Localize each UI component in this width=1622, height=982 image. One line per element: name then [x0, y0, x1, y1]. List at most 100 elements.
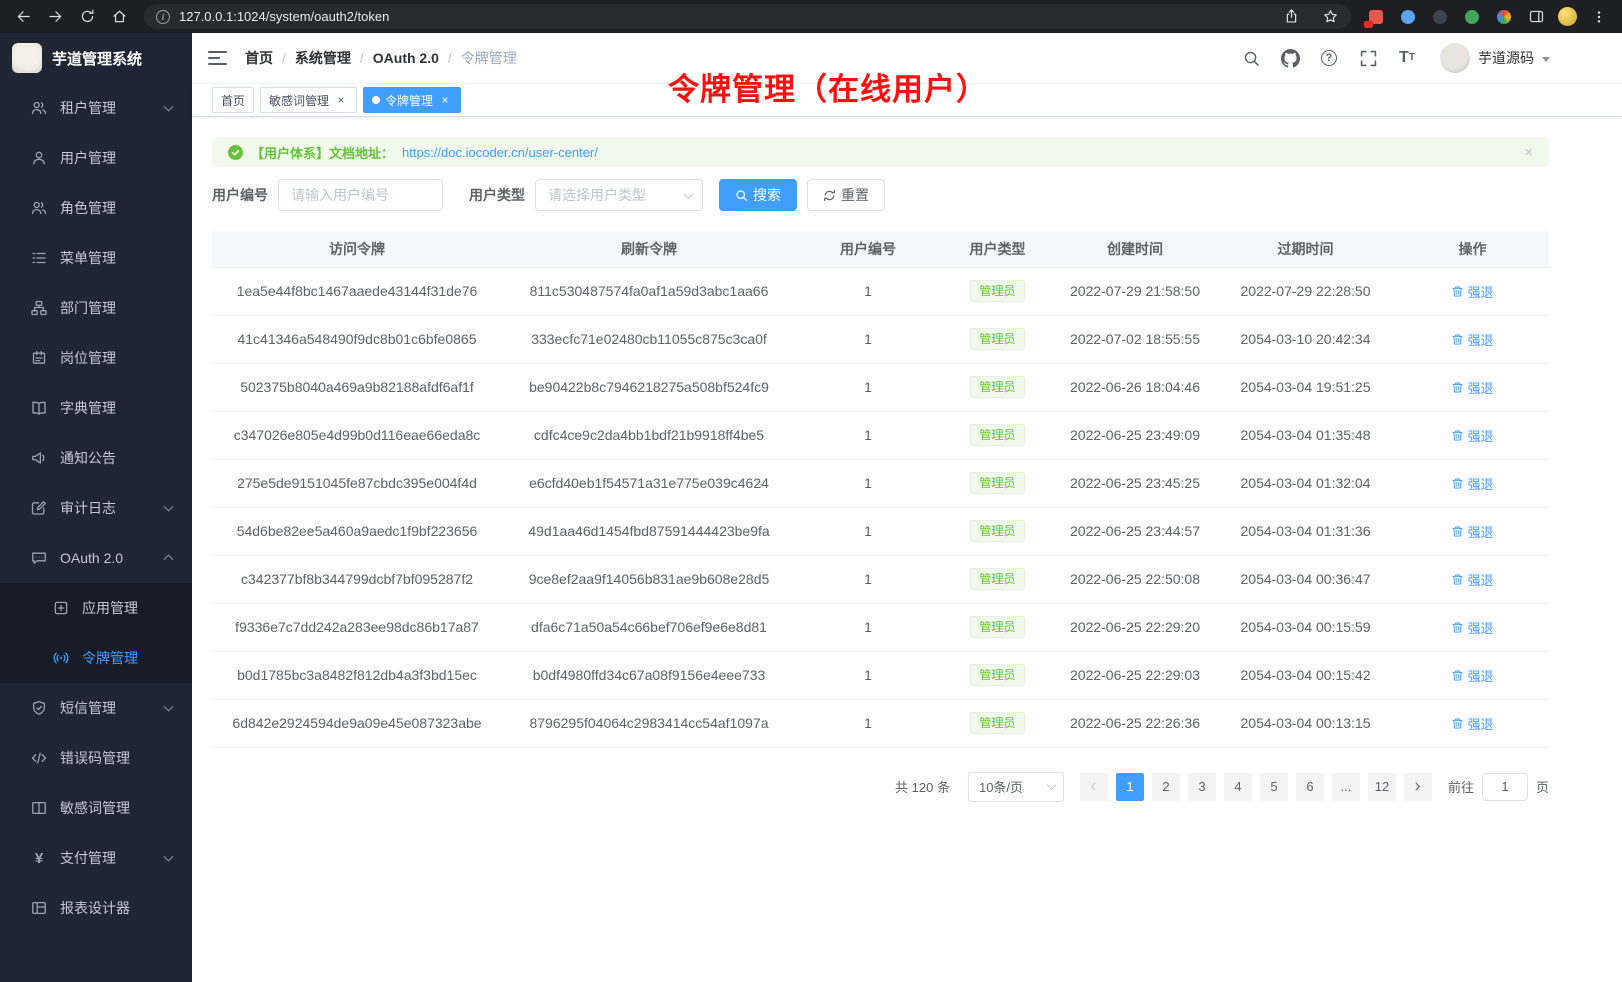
- breadcrumb-item-oauth2[interactable]: OAuth 2.0: [373, 50, 439, 66]
- sidebar-item-post[interactable]: 岗位管理: [0, 333, 192, 383]
- font-size-button[interactable]: TT: [1397, 48, 1417, 68]
- create-time-cell: 2022-07-29 21:58:50: [1055, 267, 1215, 315]
- user-type-select[interactable]: 请选择用户类型: [535, 179, 703, 211]
- expire-time-cell: 2054-03-04 01:35:48: [1215, 411, 1396, 459]
- page-button-4[interactable]: 4: [1224, 773, 1252, 801]
- help-button[interactable]: ?: [1319, 48, 1339, 68]
- question-icon: ?: [1321, 50, 1337, 66]
- sidebar-item-oauth2-token[interactable]: 令牌管理: [0, 633, 192, 683]
- force-logout-button[interactable]: 强退: [1451, 426, 1493, 445]
- page-button-5[interactable]: 5: [1260, 773, 1288, 801]
- browser-menu-button[interactable]: [1584, 4, 1614, 30]
- sidebar-item-error-code[interactable]: 错误码管理: [0, 733, 192, 783]
- create-time-cell: 2022-06-25 22:26:36: [1055, 699, 1215, 747]
- tab-token[interactable]: 令牌管理×: [363, 87, 461, 113]
- info-icon[interactable]: i: [156, 10, 170, 24]
- user-type-cell: 管理员: [940, 699, 1055, 747]
- address-bar[interactable]: i 127.0.0.1:1024/system/oauth2/token: [144, 4, 1351, 29]
- force-logout-button[interactable]: 强退: [1451, 570, 1493, 589]
- refresh-icon: [823, 189, 836, 202]
- fullscreen-button[interactable]: [1358, 48, 1378, 68]
- sidebar-item-user[interactable]: 用户管理: [0, 133, 192, 183]
- close-icon[interactable]: ×: [438, 93, 452, 107]
- app-logo[interactable]: 芋道管理系统: [0, 33, 192, 83]
- sidebar-collapse-button[interactable]: [208, 51, 227, 65]
- breadcrumb-item-system[interactable]: 系统管理: [295, 48, 351, 68]
- force-logout-button[interactable]: 强退: [1451, 714, 1493, 733]
- sidebar-item-menu[interactable]: 菜单管理: [0, 233, 192, 283]
- side-panel-toggle[interactable]: [1521, 4, 1551, 30]
- forward-button[interactable]: [40, 4, 70, 30]
- force-logout-button[interactable]: 强退: [1451, 474, 1493, 493]
- tab-sensitive-word[interactable]: 敏感词管理×: [260, 87, 357, 113]
- reload-icon: [80, 9, 95, 24]
- user-id-cell: 1: [796, 507, 940, 555]
- back-button[interactable]: [8, 4, 38, 30]
- sidebar-item-oauth2-app[interactable]: 应用管理: [0, 583, 192, 633]
- github-button[interactable]: [1280, 48, 1300, 68]
- bookmark-button[interactable]: [1315, 4, 1345, 30]
- sidebar-item-audit-log[interactable]: 审计日志: [0, 483, 192, 533]
- extension-adblock-button[interactable]: [1361, 4, 1391, 30]
- extension-dark-button[interactable]: [1425, 4, 1455, 30]
- browser-profile-avatar[interactable]: [1558, 7, 1577, 26]
- app-window: 芋道管理系统 租户管理用户管理角色管理菜单管理部门管理岗位管理字典管理通知公告审…: [0, 33, 1622, 982]
- prev-page-button[interactable]: [1080, 773, 1108, 801]
- force-logout-button[interactable]: 强退: [1451, 618, 1493, 637]
- extension-blue-button[interactable]: [1393, 4, 1423, 30]
- access-token-cell: 6d842e2924594de9a09e45e087323abe: [212, 699, 502, 747]
- sidebar-item-label: 令牌管理: [82, 648, 138, 668]
- sidebar-item-report-designer[interactable]: 报表设计器: [0, 883, 192, 933]
- search-button[interactable]: 搜索: [719, 179, 797, 211]
- expire-time-cell: 2054-03-04 01:31:36: [1215, 507, 1396, 555]
- page-more-button[interactable]: ...: [1332, 773, 1360, 801]
- close-icon[interactable]: ×: [1524, 145, 1533, 160]
- close-icon[interactable]: ×: [334, 93, 348, 107]
- extension-green-button[interactable]: [1457, 4, 1487, 30]
- breadcrumb-item-home[interactable]: 首页: [245, 48, 273, 68]
- sidebar-item-label: 短信管理: [60, 698, 116, 718]
- reset-button[interactable]: 重置: [807, 179, 885, 211]
- sidebar-item-sms[interactable]: 短信管理: [0, 683, 192, 733]
- force-logout-label: 强退: [1467, 666, 1493, 685]
- app-title: 芋道管理系统: [52, 48, 142, 69]
- sidebar-item-role[interactable]: 角色管理: [0, 183, 192, 233]
- header-search-button[interactable]: [1241, 48, 1261, 68]
- page-button-12[interactable]: 12: [1368, 773, 1396, 801]
- home-button[interactable]: [104, 4, 134, 30]
- user-menu[interactable]: 芋道源码: [1440, 43, 1550, 73]
- sidebar-submenu: 应用管理令牌管理: [0, 583, 192, 683]
- sidebar-item-oauth2[interactable]: OAuth 2.0: [0, 533, 192, 583]
- goto-page-input[interactable]: [1482, 773, 1528, 801]
- sidebar-item-dept[interactable]: 部门管理: [0, 283, 192, 333]
- force-logout-button[interactable]: 强退: [1451, 378, 1493, 397]
- refresh-token-cell: b0df4980ffd34c67a08f9156e4eee733: [502, 651, 796, 699]
- table-row: c342377bf8b344799dcbf7bf095287f29ce8ef2a…: [212, 555, 1549, 603]
- force-logout-label: 强退: [1467, 618, 1493, 637]
- sidebar-item-tenant[interactable]: 租户管理: [0, 83, 192, 133]
- force-logout-button[interactable]: 强退: [1451, 522, 1493, 541]
- page-button-3[interactable]: 3: [1188, 773, 1216, 801]
- reload-button[interactable]: [72, 4, 102, 30]
- force-logout-button[interactable]: 强退: [1451, 666, 1493, 685]
- user-id-input[interactable]: [278, 179, 443, 211]
- refresh-token-cell: cdfc4ce9c2da4bb1bdf21b9918ff4be5: [502, 411, 796, 459]
- force-logout-button[interactable]: 强退: [1451, 282, 1493, 301]
- page-button-6[interactable]: 6: [1296, 773, 1324, 801]
- share-button[interactable]: [1276, 4, 1306, 30]
- page-size-value: 10条/页: [979, 777, 1023, 796]
- chevron-left-icon: [1088, 781, 1099, 792]
- page-button-2[interactable]: 2: [1152, 773, 1180, 801]
- page-button-1[interactable]: 1: [1116, 773, 1144, 801]
- sidebar-item-sensitive-word[interactable]: 敏感词管理: [0, 783, 192, 833]
- sidebar: 芋道管理系统 租户管理用户管理角色管理菜单管理部门管理岗位管理字典管理通知公告审…: [0, 33, 192, 982]
- next-page-button[interactable]: [1404, 773, 1432, 801]
- sidebar-item-pay[interactable]: ¥支付管理: [0, 833, 192, 883]
- page-size-select[interactable]: 10条/页: [968, 772, 1064, 802]
- alert-doc-link[interactable]: https://doc.iocoder.cn/user-center/: [402, 145, 598, 160]
- extension-multicolor-button[interactable]: [1489, 4, 1519, 30]
- force-logout-button[interactable]: 强退: [1451, 330, 1493, 349]
- sidebar-item-dict[interactable]: 字典管理: [0, 383, 192, 433]
- sidebar-item-notice[interactable]: 通知公告: [0, 433, 192, 483]
- tab-home[interactable]: 首页: [212, 87, 254, 113]
